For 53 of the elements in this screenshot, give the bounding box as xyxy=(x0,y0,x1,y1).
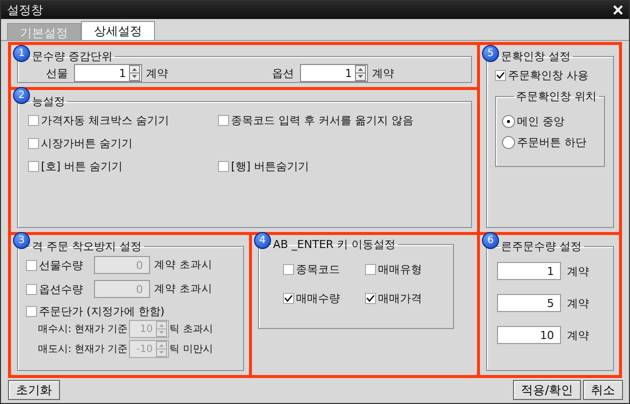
checkbox[interactable]: 시장가버튼 숨기기 xyxy=(28,136,218,151)
check-icon xyxy=(496,71,505,80)
unit-label: 계약 초과시 xyxy=(154,282,212,296)
field-label: 매수시: 현재가 기준 xyxy=(38,323,128,336)
input-field[interactable]: 10 xyxy=(497,326,561,344)
field-label: 선물 xyxy=(46,66,68,80)
cancel-button[interactable]: 취소 xyxy=(583,380,623,400)
group-title: 문수량 증감단위 xyxy=(32,50,112,63)
input-field[interactable]: 5 xyxy=(497,294,561,312)
group-title: 능설정 xyxy=(32,95,65,108)
checkbox[interactable]: 주문단가 (지정가에 한함) xyxy=(26,304,239,319)
checkbox[interactable]: [행] 버튼숨기기 xyxy=(218,159,310,174)
checkbox[interactable]: [호] 버튼 숨기기 xyxy=(28,159,218,174)
unit-label: 계약 xyxy=(567,264,589,278)
unit-label: 틱 미만시 xyxy=(170,343,213,356)
check-icon xyxy=(284,294,293,303)
unit-label: 계약 xyxy=(567,296,589,310)
checkbox[interactable]: 매매유형 xyxy=(365,262,445,277)
input-field[interactable]: 1 xyxy=(497,262,561,280)
unit-label: 계약 초과시 xyxy=(154,258,212,272)
field-label: 옵션 xyxy=(272,66,294,80)
checkbox[interactable]: 매매가격 xyxy=(365,291,445,306)
checkbox[interactable]: 종목코드 입력 후 커서를 옮기지 않음 xyxy=(218,113,414,128)
window-title: 설정창 xyxy=(7,2,43,18)
apply-button[interactable]: 적용/확인 xyxy=(512,380,581,400)
group-title: AB _ENTER 키 이동설정 xyxy=(273,238,396,251)
number-badge: 2 xyxy=(13,87,30,104)
checkbox[interactable]: 매매수량 xyxy=(283,291,365,306)
unit-label: 계약 xyxy=(146,66,168,80)
number-badge: 6 xyxy=(482,232,499,249)
number-badge: 3 xyxy=(13,232,30,249)
radio-button[interactable]: 주문버튼 하단 xyxy=(502,135,598,150)
number-badge: 1 xyxy=(13,45,30,62)
unit-label: 계약 xyxy=(372,66,394,80)
reset-button[interactable]: 초기화 xyxy=(8,380,60,400)
number-badge: 5 xyxy=(482,45,499,62)
radio-button[interactable]: 메인 중앙 xyxy=(502,114,598,129)
checkbox[interactable]: 주문확인창 사용 xyxy=(495,68,605,83)
checkbox[interactable]: 종목코드 xyxy=(283,262,365,277)
group-title: 른주문수량 설정 xyxy=(501,240,582,253)
unit-label: 틱 초과시 xyxy=(170,323,213,336)
check-icon xyxy=(366,294,375,303)
checkbox[interactable]: 가격자동 체크박스 숨기기 xyxy=(28,113,218,128)
unit-label: 계약 xyxy=(567,328,589,342)
number-spinner[interactable]: 1 xyxy=(74,64,142,82)
group-title: 문확인창 설정 xyxy=(501,50,570,63)
tab[interactable]: 상세설정 xyxy=(81,21,155,40)
group-title: 주문확인창 위치 xyxy=(516,90,596,103)
number-spinner[interactable]: 1 xyxy=(300,64,368,82)
group-title: 격 주문 착오방지 설정 xyxy=(32,240,142,253)
number-badge: 4 xyxy=(254,232,271,249)
close-icon[interactable] xyxy=(613,5,623,15)
field-label: 매도시: 현재가 기준 xyxy=(38,343,128,356)
